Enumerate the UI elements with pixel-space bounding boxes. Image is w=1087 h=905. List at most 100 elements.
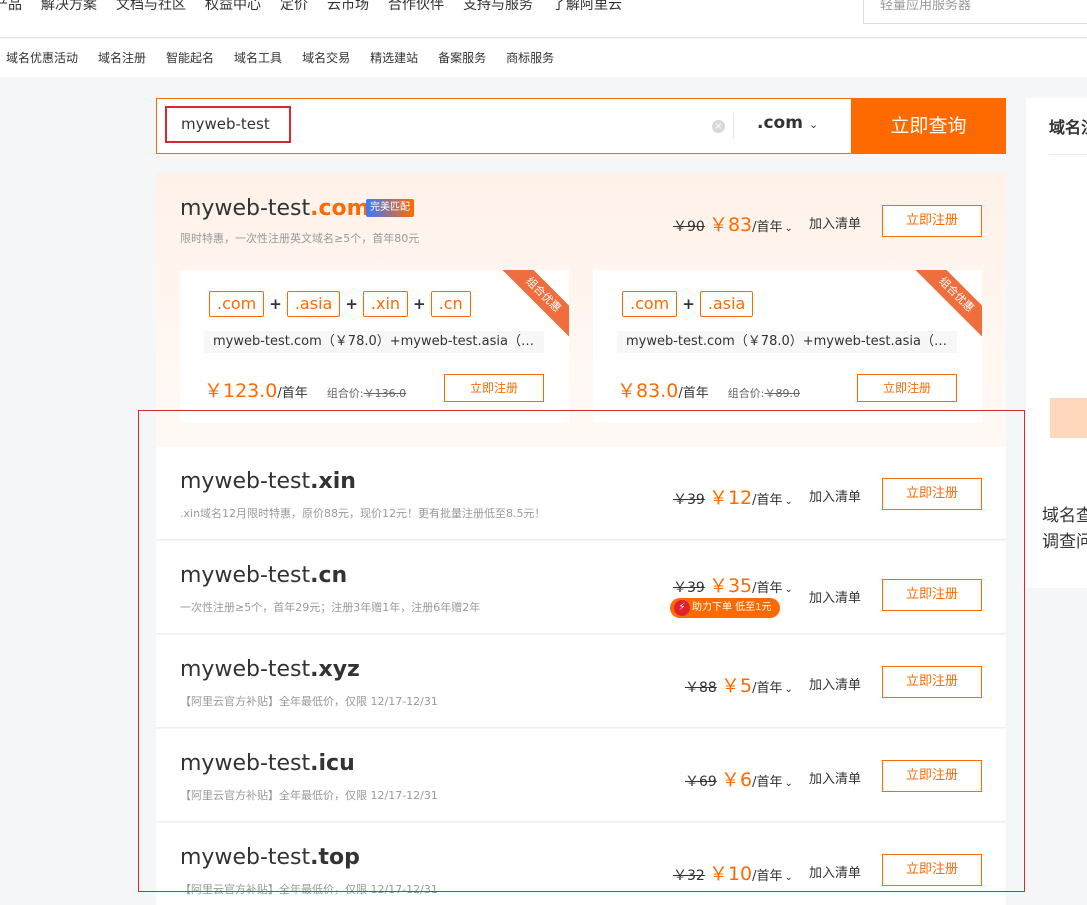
register-button[interactable]: 立即注册 xyxy=(882,666,982,698)
price-selector[interactable]: ￥69 ￥6/首年 ⌄ xyxy=(685,765,793,792)
right-panel-title: 域名注 xyxy=(1049,118,1087,137)
domain-desc: .xin域名12月限时特惠，原价88元，现价12元！更有批量注册低至8.5元！ xyxy=(180,507,546,520)
nav-item-products[interactable]: 产品 xyxy=(0,0,22,14)
combo-tag: .cn xyxy=(430,291,471,317)
suffix-select[interactable]: .com ⌄ xyxy=(757,113,818,133)
old-price: ￥39 xyxy=(673,580,705,596)
subnav-smart-naming[interactable]: 智能起名 xyxy=(166,39,214,77)
register-button[interactable]: 立即注册 xyxy=(882,760,982,792)
result-row-xyz: myweb-test.xyz 【阿里云官方补贴】全年最低价，仅限 12/17-1… xyxy=(156,635,1006,728)
add-to-list-button[interactable]: 加入清单 xyxy=(809,486,861,505)
domain-desc: 一次性注册≥5个，首年29元；注册3年赠1年，注册6年赠2年 xyxy=(180,601,481,614)
combo-register-button[interactable]: 立即注册 xyxy=(857,374,957,402)
subnav-domain-register[interactable]: 域名注册 xyxy=(98,39,146,77)
nav-item-support[interactable]: 支持与服务 xyxy=(463,0,533,14)
combo-tag: .com xyxy=(209,291,265,317)
combo-tags: .com + .asia xyxy=(622,291,754,317)
combo-domains: myweb-test.com（￥78.0）+myweb-test.asia（… xyxy=(204,331,544,353)
nav-item-solutions[interactable]: 解决方案 xyxy=(41,0,97,14)
register-button[interactable]: 立即注册 xyxy=(882,854,982,886)
suffix-value: .com xyxy=(757,113,803,133)
nav-item-about[interactable]: 了解阿里云 xyxy=(552,0,622,14)
old-price: ￥90 xyxy=(673,219,705,235)
featured-result: myweb-test.com 完美匹配 限时特惠，一次性注册英文域名≥5个，首年… xyxy=(156,173,1006,447)
add-to-list-button[interactable]: 加入清单 xyxy=(809,213,861,232)
right-panel-divider xyxy=(1049,154,1087,155)
right-sidebar-survey: 域名查 调查问 xyxy=(1026,453,1087,588)
chevron-down-icon: ⌄ xyxy=(784,496,793,507)
global-search-input[interactable]: 轻量应用服务器 xyxy=(863,0,1087,24)
add-to-list-button[interactable]: 加入清单 xyxy=(809,674,861,693)
combo-tag: .asia xyxy=(699,291,754,317)
subnav-icp-filing[interactable]: 备案服务 xyxy=(438,39,486,77)
combo-price: ￥123.0/首年 组合价:￥136.0 xyxy=(204,380,407,402)
top-nav: 产品 解决方案 文档与社区 权益中心 定价 云市场 合作伙伴 支持与服务 了解阿… xyxy=(0,0,1087,38)
new-price: ￥6 xyxy=(720,769,753,791)
combo-domains: myweb-test.com（￥78.0）+myweb-test.asia（… xyxy=(617,331,957,353)
subnav-domain-tools[interactable]: 域名工具 xyxy=(234,39,282,77)
exact-match-badge: 完美匹配 xyxy=(366,199,414,217)
domain-name: myweb-test.cn xyxy=(180,563,348,588)
featured-desc: 限时特惠，一次性注册英文域名≥5个，首年80元 xyxy=(180,232,420,245)
new-price: ￥12 xyxy=(708,487,753,509)
right-sidebar-panel: 域名注 xyxy=(1026,98,1087,383)
right-panel-button[interactable] xyxy=(1050,398,1087,438)
sub-nav: 域名优惠活动 域名注册 智能起名 域名工具 域名交易 精选建站 备案服务 商标服务 xyxy=(0,39,1087,77)
domain-search-bar: myweb-test × .com ⌄ 立即查询 xyxy=(156,98,1006,154)
new-price: ￥83 xyxy=(708,214,753,236)
subnav-site-builder[interactable]: 精选建站 xyxy=(370,39,418,77)
old-price: ￥88 xyxy=(685,680,717,696)
subnav-domain-trade[interactable]: 域名交易 xyxy=(302,39,350,77)
chevron-down-icon: ⌄ xyxy=(784,584,793,595)
domain-desc: 【阿里云官方补贴】全年最低价，仅限 12/17-12/31 xyxy=(180,883,438,896)
new-price: ￥5 xyxy=(720,675,753,697)
domain-name: myweb-test.xyz xyxy=(180,657,360,682)
old-price: ￥32 xyxy=(673,868,705,884)
nav-item-marketplace[interactable]: 云市场 xyxy=(327,0,369,14)
search-divider xyxy=(733,113,734,139)
old-price: ￥39 xyxy=(673,492,705,508)
domain-desc: 【阿里云官方补贴】全年最低价，仅限 12/17-12/31 xyxy=(180,695,438,708)
new-price: ￥35 xyxy=(708,575,753,597)
domain-name: myweb-test.xin xyxy=(180,469,356,494)
subnav-trademark[interactable]: 商标服务 xyxy=(506,39,554,77)
combo-tag: .asia xyxy=(286,291,341,317)
price-selector[interactable]: ￥88 ￥5/首年 ⌄ xyxy=(685,671,793,698)
promo-badge[interactable]: ⚡ 助力下单 低至1元 xyxy=(670,598,780,618)
combo-price: ￥83.0/首年 组合价:￥89.0 xyxy=(617,380,801,402)
combo-card: 组合优惠 .com + .asia + .xin + .cn myweb-test.com（… xyxy=(180,270,569,423)
result-row-icu: myweb-test.icu 【阿里云官方补贴】全年最低价，仅限 12/17-1… xyxy=(156,729,1006,822)
add-to-list-button[interactable]: 加入清单 xyxy=(809,862,861,881)
featured-price[interactable]: ￥90 ￥83/首年 ⌄ xyxy=(673,210,793,237)
top-nav-items: 产品 解决方案 文档与社区 权益中心 定价 云市场 合作伙伴 支持与服务 了解阿… xyxy=(0,0,641,14)
combo-register-button[interactable]: 立即注册 xyxy=(444,374,544,402)
search-submit-button[interactable]: 立即查询 xyxy=(851,98,1006,154)
nav-item-partners[interactable]: 合作伙伴 xyxy=(388,0,444,14)
add-to-list-button[interactable]: 加入清单 xyxy=(809,587,861,606)
combo-tag: .com xyxy=(622,291,678,317)
add-to-list-button[interactable]: 加入清单 xyxy=(809,768,861,787)
register-button[interactable]: 立即注册 xyxy=(882,478,982,510)
domain-search-input[interactable]: myweb-test xyxy=(165,106,291,143)
register-button[interactable]: 立即注册 xyxy=(882,205,982,237)
price-selector[interactable]: ￥39 ￥12/首年 ⌄ xyxy=(673,483,793,510)
combo-ribbon: 组合优惠 xyxy=(912,270,982,339)
chevron-down-icon: ⌄ xyxy=(784,684,793,695)
clear-icon[interactable]: × xyxy=(712,120,725,133)
combo-card: 组合优惠 .com + .asia myweb-test.com（￥78.0）+my… xyxy=(593,270,982,423)
result-row-xin: myweb-test.xin .xin域名12月限时特惠，原价88元，现价12元… xyxy=(156,447,1006,540)
chevron-down-icon: ⌄ xyxy=(784,778,793,789)
lightning-icon: ⚡ xyxy=(674,600,690,616)
new-price: ￥10 xyxy=(708,863,753,885)
price-selector[interactable]: ￥32 ￥10/首年 ⌄ xyxy=(673,859,793,886)
combo-ribbon: 组合优惠 xyxy=(499,270,569,339)
nav-item-docs[interactable]: 文档与社区 xyxy=(116,0,186,14)
nav-item-pricing[interactable]: 定价 xyxy=(280,0,308,14)
subnav-domain-promotions[interactable]: 域名优惠活动 xyxy=(6,39,78,77)
register-button[interactable]: 立即注册 xyxy=(882,579,982,611)
old-price: ￥69 xyxy=(685,774,717,790)
chevron-down-icon: ⌄ xyxy=(784,223,793,234)
price-selector[interactable]: ￥39 ￥35/首年 ⌄ xyxy=(673,571,793,598)
nav-item-benefits[interactable]: 权益中心 xyxy=(205,0,261,14)
result-row-top: myweb-test.top 【阿里云官方补贴】全年最低价，仅限 12/17-1… xyxy=(156,823,1006,905)
